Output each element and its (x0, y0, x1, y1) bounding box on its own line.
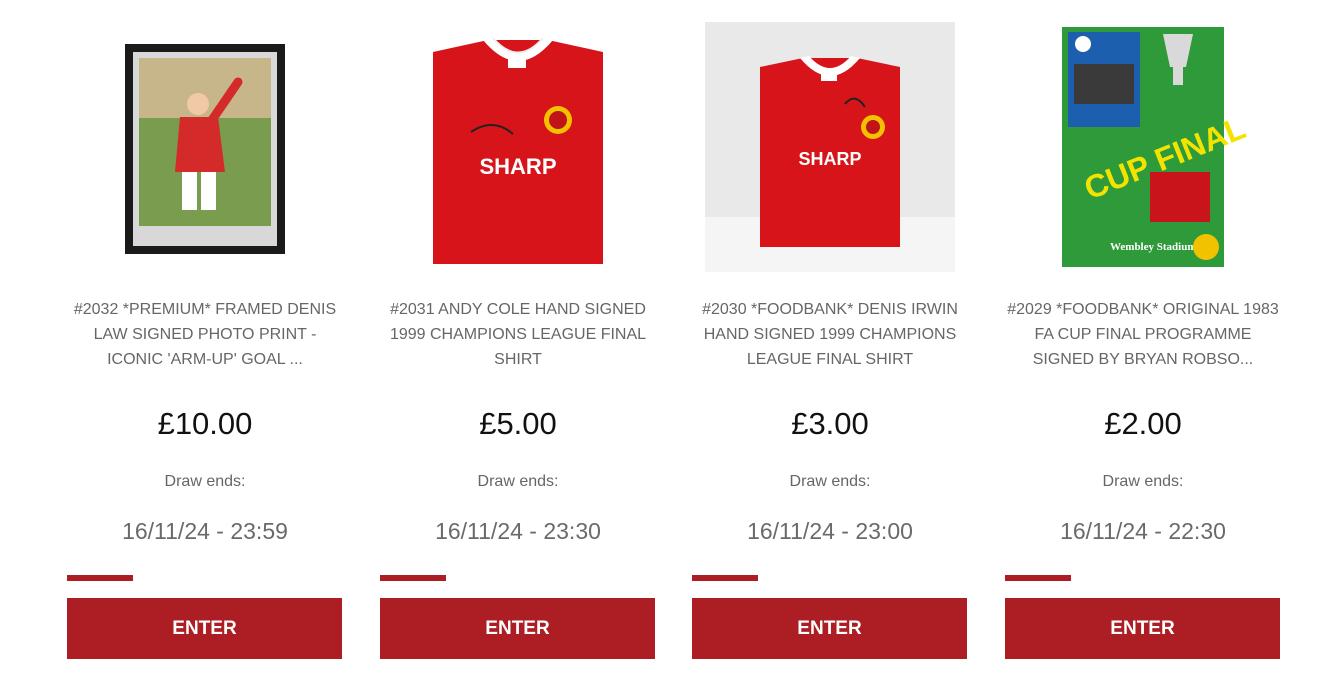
product-image[interactable]: SHARP (393, 22, 643, 272)
programme-venue: Wembley Stadium (1110, 241, 1196, 253)
enter-button[interactable]: ENTER (1005, 598, 1280, 659)
enter-button[interactable]: ENTER (692, 598, 967, 659)
product-title[interactable]: #2030 *FOODBANK* DENIS IRWIN HAND SIGNED… (692, 297, 968, 372)
progress-fill (692, 575, 759, 581)
ticket-price: £10.00 (157, 406, 253, 441)
sponsor-text: SHARP (798, 149, 861, 169)
progress-bar (380, 575, 656, 581)
draw-ends-label: Draw ends: (1102, 473, 1184, 490)
product-image[interactable]: CUP FINAL Wembley Stadium (1018, 22, 1268, 272)
product-title[interactable]: #2029 *FOODBANK* ORIGINAL 1983 FA CUP FI… (1005, 297, 1281, 372)
ticket-price: £5.00 (479, 406, 557, 441)
progress-bar (692, 575, 968, 581)
progress-fill (67, 575, 134, 581)
progress-fill (1005, 575, 1072, 581)
enter-button[interactable]: ENTER (67, 598, 342, 659)
product-card: CUP FINAL Wembley Stadium #2029 *FOODBAN… (1005, 0, 1281, 683)
cup-final-programme-image: CUP FINAL Wembley Stadium (1018, 22, 1268, 272)
signed-shirt-image: SHARP (393, 22, 643, 272)
draw-end-date: 16/11/24 - 22:30 (1060, 518, 1226, 544)
progress-bar (67, 575, 343, 581)
competition-grid: #2032 *PREMIUM* FRAMED DENIS LAW SIGNED … (0, 0, 1336, 683)
product-image[interactable] (80, 22, 330, 272)
enter-button[interactable]: ENTER (380, 598, 655, 659)
draw-end-date: 16/11/24 - 23:30 (435, 518, 601, 544)
sponsor-text: SHARP (479, 154, 556, 179)
progress-bar (1005, 575, 1281, 581)
product-card: SHARP #2030 *FOODBANK* DENIS IRWIN HAND … (692, 0, 968, 683)
draw-ends-label: Draw ends: (164, 473, 246, 490)
draw-end-date: 16/11/24 - 23:00 (747, 518, 913, 544)
progress-fill (380, 575, 447, 581)
draw-ends-label: Draw ends: (789, 473, 871, 490)
product-card: SHARP #2031 ANDY COLE HAND SIGNED 1999 C… (380, 0, 656, 683)
product-card: #2032 *PREMIUM* FRAMED DENIS LAW SIGNED … (67, 0, 343, 683)
ticket-price: £3.00 (791, 406, 869, 441)
product-title[interactable]: #2032 *PREMIUM* FRAMED DENIS LAW SIGNED … (67, 297, 343, 372)
framed-photo-image (80, 22, 330, 272)
ticket-price: £2.00 (1104, 406, 1182, 441)
draw-ends-label: Draw ends: (477, 473, 559, 490)
product-image[interactable]: SHARP (705, 22, 955, 272)
signed-shirt-studio-image: SHARP (705, 22, 955, 272)
draw-end-date: 16/11/24 - 23:59 (122, 518, 288, 544)
product-title[interactable]: #2031 ANDY COLE HAND SIGNED 1999 CHAMPIO… (380, 297, 656, 372)
